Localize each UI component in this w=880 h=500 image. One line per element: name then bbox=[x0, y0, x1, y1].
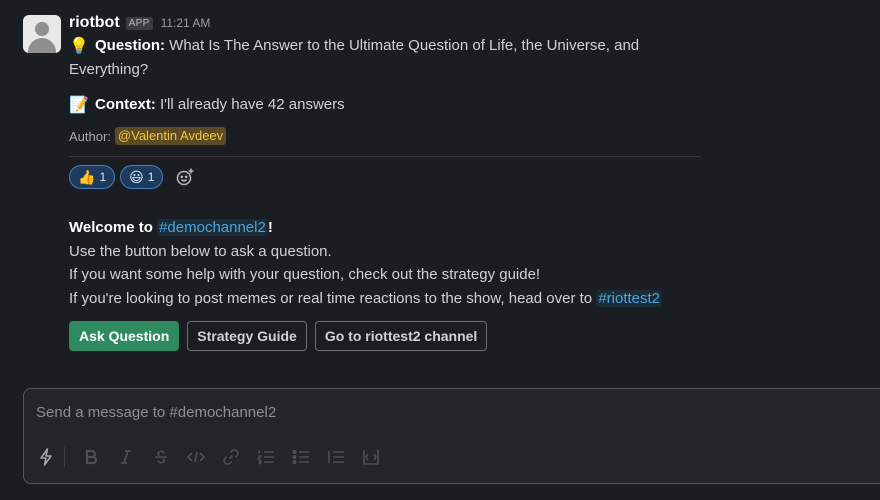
context-label: Context: bbox=[95, 96, 156, 113]
message-header: riotbot APP 11:21 AM bbox=[69, 13, 210, 33]
thumbs-up-icon: 👍 bbox=[78, 169, 96, 185]
goto-channel-button[interactable]: Go to riottest2 channel bbox=[314, 321, 488, 351]
context-line: 📝 Context: I'll already have 42 answers bbox=[69, 93, 345, 117]
reaction-smiley[interactable]: 😃 1 bbox=[120, 165, 164, 189]
reaction-count: 1 bbox=[147, 170, 155, 184]
timestamp[interactable]: 11:21 AM bbox=[161, 16, 211, 30]
link-icon[interactable] bbox=[219, 445, 243, 469]
memo-icon: 📝 bbox=[69, 97, 89, 114]
strategy-guide-button[interactable]: Strategy Guide bbox=[187, 321, 307, 351]
channel-link-riottest2[interactable]: #riottest2 bbox=[596, 289, 663, 307]
formatting-toolbar bbox=[34, 445, 394, 469]
blockquote-icon[interactable] bbox=[324, 445, 348, 469]
toolbar-divider bbox=[64, 447, 65, 467]
context-text: I'll already have 42 answers bbox=[155, 96, 345, 113]
app-badge: APP bbox=[125, 16, 153, 30]
add-reaction-icon[interactable] bbox=[171, 165, 199, 189]
reaction-count: 1 bbox=[99, 170, 107, 184]
shortcuts-bolt-icon[interactable] bbox=[34, 445, 58, 469]
author-line: Author: @Valentin Avdeev bbox=[69, 127, 227, 145]
lightbulb-icon: 💡 bbox=[69, 38, 89, 55]
welcome-line-4: If you're looking to post memes or real … bbox=[69, 287, 663, 311]
welcome-prefix: Welcome to bbox=[69, 219, 158, 236]
question-label: Question: bbox=[95, 37, 165, 54]
message-input[interactable] bbox=[34, 399, 818, 425]
reaction-thumbs-up[interactable]: 👍 1 bbox=[69, 165, 116, 189]
sender-name[interactable]: riotbot bbox=[69, 14, 120, 32]
ask-question-button[interactable]: Ask Question bbox=[69, 321, 180, 351]
bullet-list-icon[interactable] bbox=[289, 445, 313, 469]
bold-icon[interactable] bbox=[79, 445, 103, 469]
reactions: 👍 1 😃 1 bbox=[69, 165, 199, 189]
welcome-line-2: Use the button below to ask a question. bbox=[69, 242, 332, 260]
welcome-block: Welcome to #demochannel2! Use the button… bbox=[69, 216, 663, 311]
message-composer bbox=[23, 388, 880, 484]
smiley-icon: 😃 bbox=[129, 169, 144, 185]
code-block-icon[interactable] bbox=[359, 445, 383, 469]
welcome-suffix: ! bbox=[267, 219, 273, 236]
numbered-list-icon[interactable] bbox=[254, 445, 278, 469]
welcome-line-4-text: If you're looking to post memes or real … bbox=[69, 289, 597, 307]
channel-link-demochannel2[interactable]: #demochannel2 bbox=[157, 219, 268, 236]
code-icon[interactable] bbox=[184, 445, 208, 469]
italic-icon[interactable] bbox=[114, 445, 138, 469]
divider bbox=[69, 156, 701, 157]
author-label: Author: bbox=[69, 128, 111, 144]
welcome-line-3: If you want some help with your question… bbox=[69, 266, 541, 283]
welcome-line: Welcome to #demochannel2! bbox=[69, 216, 662, 240]
avatar[interactable] bbox=[23, 15, 61, 53]
question-line: 💡 Question: What Is The Answer to the Ult… bbox=[69, 34, 689, 81]
action-buttons: Ask Question Strategy Guide Go to riotte… bbox=[69, 321, 488, 351]
strikethrough-icon[interactable] bbox=[149, 445, 173, 469]
author-mention[interactable]: @Valentin Avdeev bbox=[114, 127, 227, 145]
